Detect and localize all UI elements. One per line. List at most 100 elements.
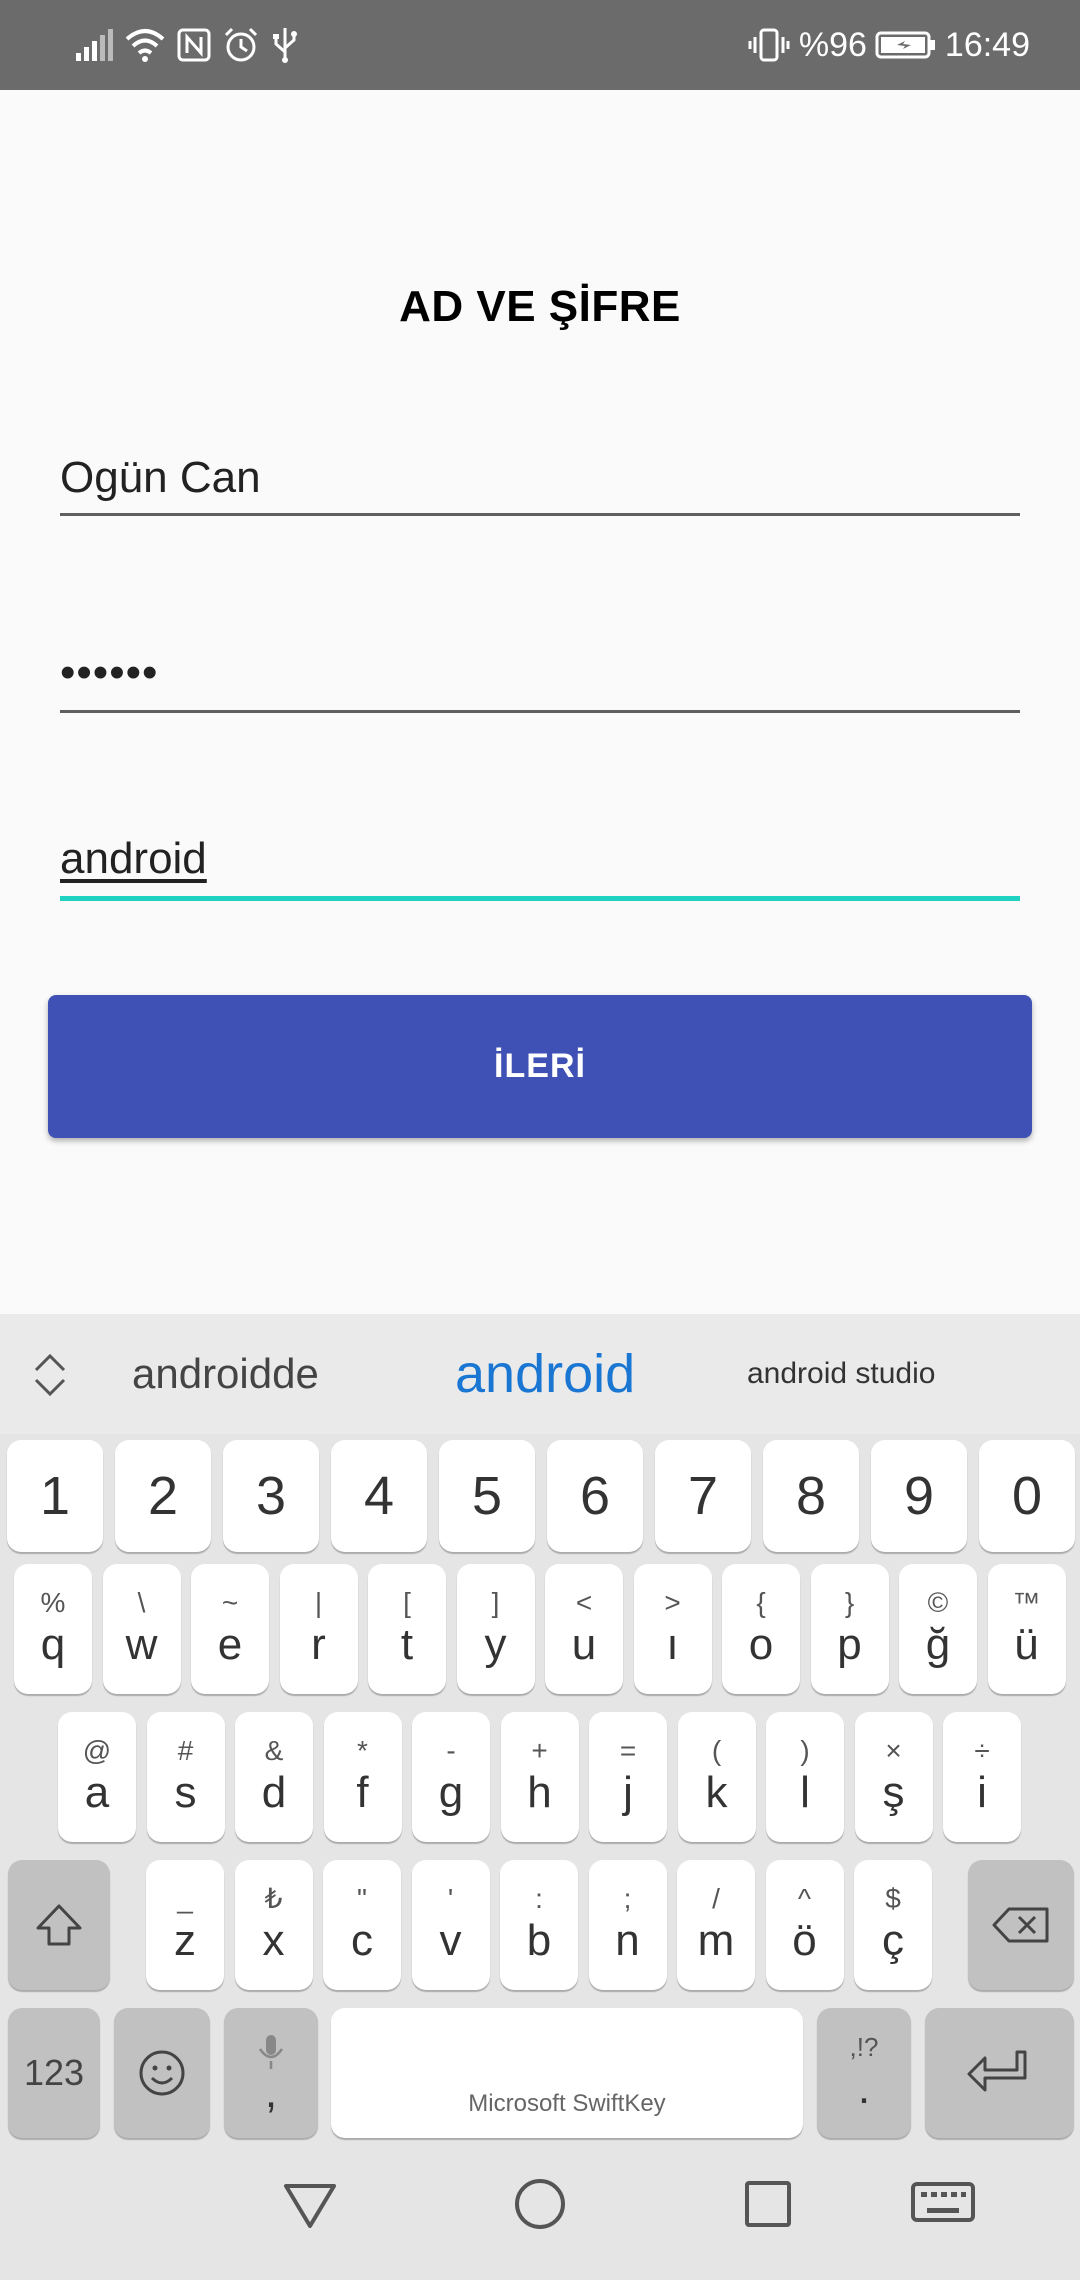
vibrate-icon [748,28,790,62]
suggestion-2[interactable]: android [455,1314,635,1434]
emoji-icon [139,2050,185,2096]
key-e[interactable]: ~ e [191,1564,269,1694]
key-f-label: f [356,1768,369,1817]
key-s[interactable]: # s [146,1712,225,1842]
key-v[interactable]: ' v [411,1860,490,1990]
comma-key[interactable]: , [224,2008,318,2138]
key-d[interactable]: & d [235,1712,313,1842]
key-5[interactable]: 5 [439,1440,535,1552]
key-l[interactable]: ) l [766,1712,844,1842]
key-y-label: y [484,1620,507,1669]
key-ş[interactable]: × ş [854,1712,933,1842]
key-ı[interactable]: > ı [633,1564,712,1694]
numbers-key[interactable]: 123 [8,2008,100,2138]
key-r[interactable]: | r [279,1564,358,1694]
key-4-label: 4 [363,1466,395,1526]
key-n-hint: ; [623,1883,632,1914]
wifi-icon [125,29,165,62]
key-1[interactable]: 1 [7,1440,103,1552]
key-2[interactable]: 2 [115,1440,211,1552]
key-r-label: r [311,1620,326,1669]
backspace-key[interactable] [968,1860,1074,1990]
suggestion-3[interactable]: android studio [747,1314,935,1434]
space-key[interactable]: Microsoft SwiftKey [331,2008,803,2138]
key-x[interactable]: ₺ x [234,1860,313,1990]
key-k-hint: ( [711,1735,722,1766]
key-ö-label: ö [792,1916,817,1965]
key-ğ-hint: © [927,1587,949,1618]
usb-icon [273,28,297,63]
key-k[interactable]: (k [677,1712,756,1842]
key-8[interactable]: 8 [763,1440,859,1552]
key-a-label: a [84,1768,110,1817]
key-u-label: u [571,1620,597,1669]
key-3-label: 3 [255,1466,287,1526]
key-h[interactable]: + h [500,1712,579,1842]
key-ü[interactable]: ™ ü [987,1564,1066,1694]
enter-key[interactable] [925,2008,1074,2138]
suggestion-bar: androidde android android studio [0,1314,1080,1434]
key-4[interactable]: 4 [331,1440,427,1552]
navigation-bar [0,2146,1080,2280]
back-icon[interactable] [280,2174,340,2234]
key-b[interactable]: :b [500,1860,578,1990]
suggestion-1[interactable]: androidde [132,1314,319,1434]
page-title: AD VE ŞİFRE [399,282,681,331]
key-y-hint: ] [491,1587,500,1618]
key-7[interactable]: 7 [655,1440,751,1552]
shift-icon [36,1904,82,1946]
key-u[interactable]: < u [545,1564,623,1694]
key-0[interactable]: 0 [979,1440,1075,1552]
key-ö[interactable]: ^ ö [765,1860,844,1990]
name-field[interactable]: Ogün Can [60,445,1020,520]
key-ğ[interactable]: © ğ [899,1564,977,1694]
key-j-hint: = [619,1735,637,1766]
key-1-label: 1 [39,1466,71,1526]
key-q[interactable]: % q [14,1564,92,1694]
key-m-label: m [697,1916,735,1965]
recents-icon[interactable] [738,2174,798,2234]
third-field[interactable]: android [60,830,1020,905]
signal-icon [76,29,113,61]
shift-key[interactable] [8,1860,110,1990]
key-m[interactable]: / m [677,1860,755,1990]
key-f[interactable]: * f [323,1712,402,1842]
key-c[interactable]: " c [323,1860,401,1990]
key-p[interactable]: } p [810,1564,889,1694]
key-j[interactable]: = j [589,1712,667,1842]
key-q-label: q [40,1620,66,1669]
keyboard-icon[interactable] [910,2174,976,2234]
key-i[interactable]: ÷ i [943,1712,1021,1842]
expand-toolbar-icon[interactable] [30,1350,70,1400]
key-ü-hint: ™ [1012,1587,1041,1618]
key-0-label: 0 [1011,1466,1043,1526]
key-9[interactable]: 9 [871,1440,967,1552]
password-field[interactable]: •••••• [60,640,1020,715]
key-a[interactable]: @ a [58,1712,136,1842]
key-z[interactable]: _ z [146,1860,224,1990]
key-i-label: i [977,1768,987,1817]
next-button[interactable]: İLERİ [48,995,1032,1138]
key-y[interactable]: ] y [456,1564,535,1694]
key-ş-label: ş [882,1768,905,1817]
clock: 16:49 [944,25,1030,64]
key-5-label: 5 [471,1466,503,1526]
numbers-key-label: 123 [23,2052,85,2093]
period-key[interactable]: ,!? . [817,2008,911,2138]
battery-icon [875,31,935,59]
password-field-value: •••••• [60,648,159,697]
emoji-key[interactable] [114,2008,210,2138]
key-3[interactable]: 3 [223,1440,319,1552]
key-n[interactable]: ; n [588,1860,667,1990]
key-ç[interactable]: $ ç [854,1860,932,1990]
key-q-hint: % [40,1587,66,1618]
key-p-label: p [837,1620,862,1669]
key-w[interactable]: \ w [102,1564,181,1694]
key-o[interactable]: {o [722,1564,800,1694]
name-field-value: Ogün Can [60,453,261,502]
home-icon[interactable] [510,2174,570,2234]
key-g[interactable]: -g [412,1712,490,1842]
password-field-underline [60,710,1020,713]
key-t[interactable]: [t [368,1564,446,1694]
key-6[interactable]: 6 [547,1440,643,1552]
